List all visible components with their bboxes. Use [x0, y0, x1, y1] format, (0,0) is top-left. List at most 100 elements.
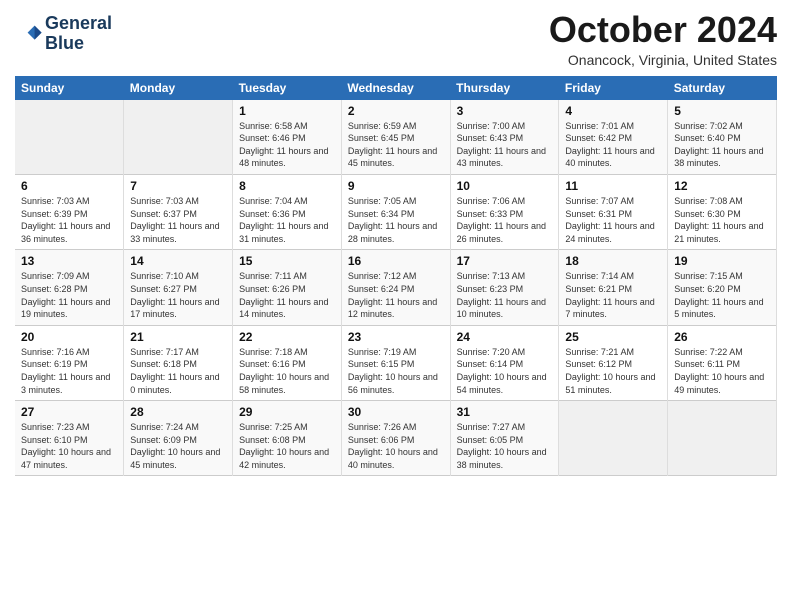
calendar-cell: 19 Sunrise: 7:15 AMSunset: 6:20 PMDayligh… [668, 250, 777, 325]
day-number: 11 [565, 179, 661, 193]
calendar-cell: 18 Sunrise: 7:14 AMSunset: 6:21 PMDayligh… [559, 250, 668, 325]
day-number: 2 [348, 104, 444, 118]
calendar-cell: 24 Sunrise: 7:20 AMSunset: 6:14 PMDayligh… [450, 325, 559, 400]
location: Onancock, Virginia, United States [549, 52, 777, 68]
col-saturday: Saturday [668, 76, 777, 100]
day-number: 12 [674, 179, 770, 193]
day-info: Sunrise: 6:58 AMSunset: 6:46 PMDaylight:… [239, 120, 335, 170]
calendar-body: 1Sunrise: 6:58 AMSunset: 6:46 PMDaylight… [15, 100, 777, 476]
day-number: 3 [457, 104, 553, 118]
logo-text: General Blue [45, 14, 112, 54]
day-info: Sunrise: 7:17 AMSunset: 6:18 PMDaylight:… [130, 346, 226, 396]
day-number: 16 [348, 254, 444, 268]
logo-icon [15, 20, 43, 48]
calendar-week-2: 13 Sunrise: 7:09 AMSunset: 6:28 PMDayligh… [15, 250, 777, 325]
calendar-week-0: 1Sunrise: 6:58 AMSunset: 6:46 PMDaylight… [15, 100, 777, 175]
title-section: October 2024 Onancock, Virginia, United … [549, 10, 777, 68]
day-info: Sunrise: 7:24 AMSunset: 6:09 PMDaylight:… [130, 421, 226, 471]
day-info: Sunrise: 7:18 AMSunset: 6:16 PMDaylight:… [239, 346, 335, 396]
day-number: 9 [348, 179, 444, 193]
calendar-header: Sunday Monday Tuesday Wednesday Thursday… [15, 76, 777, 100]
logo: General Blue [15, 14, 112, 54]
day-number: 30 [348, 405, 444, 419]
day-number: 4 [565, 104, 661, 118]
day-number: 22 [239, 330, 335, 344]
calendar-cell: 11Sunrise: 7:07 AMSunset: 6:31 PMDayligh… [559, 174, 668, 249]
calendar-cell: 9 Sunrise: 7:05 AMSunset: 6:34 PMDaylight… [341, 174, 450, 249]
col-wednesday: Wednesday [341, 76, 450, 100]
day-number: 5 [674, 104, 770, 118]
day-info: Sunrise: 6:59 AMSunset: 6:45 PMDaylight:… [348, 120, 444, 170]
day-number: 7 [130, 179, 226, 193]
header-row: Sunday Monday Tuesday Wednesday Thursday… [15, 76, 777, 100]
day-number: 10 [457, 179, 553, 193]
day-info: Sunrise: 7:10 AMSunset: 6:27 PMDaylight:… [130, 270, 226, 320]
day-number: 28 [130, 405, 226, 419]
day-info: Sunrise: 7:02 AMSunset: 6:40 PMDaylight:… [674, 120, 770, 170]
day-info: Sunrise: 7:05 AMSunset: 6:34 PMDaylight:… [348, 195, 444, 245]
day-info: Sunrise: 7:04 AMSunset: 6:36 PMDaylight:… [239, 195, 335, 245]
day-number: 24 [457, 330, 553, 344]
header: General Blue October 2024 Onancock, Virg… [15, 10, 777, 68]
day-info: Sunrise: 7:21 AMSunset: 6:12 PMDaylight:… [565, 346, 661, 396]
day-number: 23 [348, 330, 444, 344]
col-friday: Friday [559, 76, 668, 100]
calendar-week-4: 27 Sunrise: 7:23 AMSunset: 6:10 PMDayligh… [15, 401, 777, 476]
calendar-week-1: 6 Sunrise: 7:03 AMSunset: 6:39 PMDaylight… [15, 174, 777, 249]
logo-line2: Blue [45, 34, 112, 54]
calendar-cell: 16 Sunrise: 7:12 AMSunset: 6:24 PMDayligh… [341, 250, 450, 325]
logo-line1: General [45, 14, 112, 34]
calendar-cell: 7Sunrise: 7:03 AMSunset: 6:37 PMDaylight… [124, 174, 233, 249]
day-info: Sunrise: 7:14 AMSunset: 6:21 PMDaylight:… [565, 270, 661, 320]
day-number: 19 [674, 254, 770, 268]
day-info: Sunrise: 7:19 AMSunset: 6:15 PMDaylight:… [348, 346, 444, 396]
day-info: Sunrise: 7:23 AMSunset: 6:10 PMDaylight:… [21, 421, 117, 471]
calendar-cell [15, 100, 124, 175]
day-info: Sunrise: 7:15 AMSunset: 6:20 PMDaylight:… [674, 270, 770, 320]
day-number: 17 [457, 254, 553, 268]
calendar-table: Sunday Monday Tuesday Wednesday Thursday… [15, 76, 777, 477]
calendar-cell: 23 Sunrise: 7:19 AMSunset: 6:15 PMDayligh… [341, 325, 450, 400]
day-info: Sunrise: 7:03 AMSunset: 6:39 PMDaylight:… [21, 195, 117, 245]
day-info: Sunrise: 7:26 AMSunset: 6:06 PMDaylight:… [348, 421, 444, 471]
col-thursday: Thursday [450, 76, 559, 100]
day-number: 31 [457, 405, 553, 419]
day-info: Sunrise: 7:11 AMSunset: 6:26 PMDaylight:… [239, 270, 335, 320]
day-number: 26 [674, 330, 770, 344]
day-number: 21 [130, 330, 226, 344]
day-number: 15 [239, 254, 335, 268]
day-number: 27 [21, 405, 117, 419]
day-info: Sunrise: 7:08 AMSunset: 6:30 PMDaylight:… [674, 195, 770, 245]
calendar-cell: 5 Sunrise: 7:02 AMSunset: 6:40 PMDaylight… [668, 100, 777, 175]
day-info: Sunrise: 7:01 AMSunset: 6:42 PMDaylight:… [565, 120, 661, 170]
calendar-cell: 27 Sunrise: 7:23 AMSunset: 6:10 PMDayligh… [15, 401, 124, 476]
calendar-cell: 30 Sunrise: 7:26 AMSunset: 6:06 PMDayligh… [341, 401, 450, 476]
day-info: Sunrise: 7:27 AMSunset: 6:05 PMDaylight:… [457, 421, 553, 471]
calendar-cell: 29Sunrise: 7:25 AMSunset: 6:08 PMDayligh… [233, 401, 342, 476]
calendar-cell: 31 Sunrise: 7:27 AMSunset: 6:05 PMDayligh… [450, 401, 559, 476]
day-number: 8 [239, 179, 335, 193]
day-number: 6 [21, 179, 117, 193]
calendar-cell: 22 Sunrise: 7:18 AMSunset: 6:16 PMDayligh… [233, 325, 342, 400]
day-info: Sunrise: 7:12 AMSunset: 6:24 PMDaylight:… [348, 270, 444, 320]
col-monday: Monday [124, 76, 233, 100]
calendar-cell: 21 Sunrise: 7:17 AMSunset: 6:18 PMDayligh… [124, 325, 233, 400]
day-number: 25 [565, 330, 661, 344]
calendar-cell [668, 401, 777, 476]
calendar-cell: 13 Sunrise: 7:09 AMSunset: 6:28 PMDayligh… [15, 250, 124, 325]
day-number: 13 [21, 254, 117, 268]
day-info: Sunrise: 7:13 AMSunset: 6:23 PMDaylight:… [457, 270, 553, 320]
day-info: Sunrise: 7:22 AMSunset: 6:11 PMDaylight:… [674, 346, 770, 396]
day-info: Sunrise: 7:00 AMSunset: 6:43 PMDaylight:… [457, 120, 553, 170]
main-container: General Blue October 2024 Onancock, Virg… [0, 0, 792, 486]
calendar-cell: 14Sunrise: 7:10 AMSunset: 6:27 PMDayligh… [124, 250, 233, 325]
calendar-cell: 10Sunrise: 7:06 AMSunset: 6:33 PMDayligh… [450, 174, 559, 249]
calendar-cell [559, 401, 668, 476]
day-info: Sunrise: 7:20 AMSunset: 6:14 PMDaylight:… [457, 346, 553, 396]
day-info: Sunrise: 7:09 AMSunset: 6:28 PMDaylight:… [21, 270, 117, 320]
day-number: 18 [565, 254, 661, 268]
col-sunday: Sunday [15, 76, 124, 100]
calendar-cell: 4 Sunrise: 7:01 AMSunset: 6:42 PMDaylight… [559, 100, 668, 175]
calendar-cell: 25 Sunrise: 7:21 AMSunset: 6:12 PMDayligh… [559, 325, 668, 400]
day-number: 29 [239, 405, 335, 419]
